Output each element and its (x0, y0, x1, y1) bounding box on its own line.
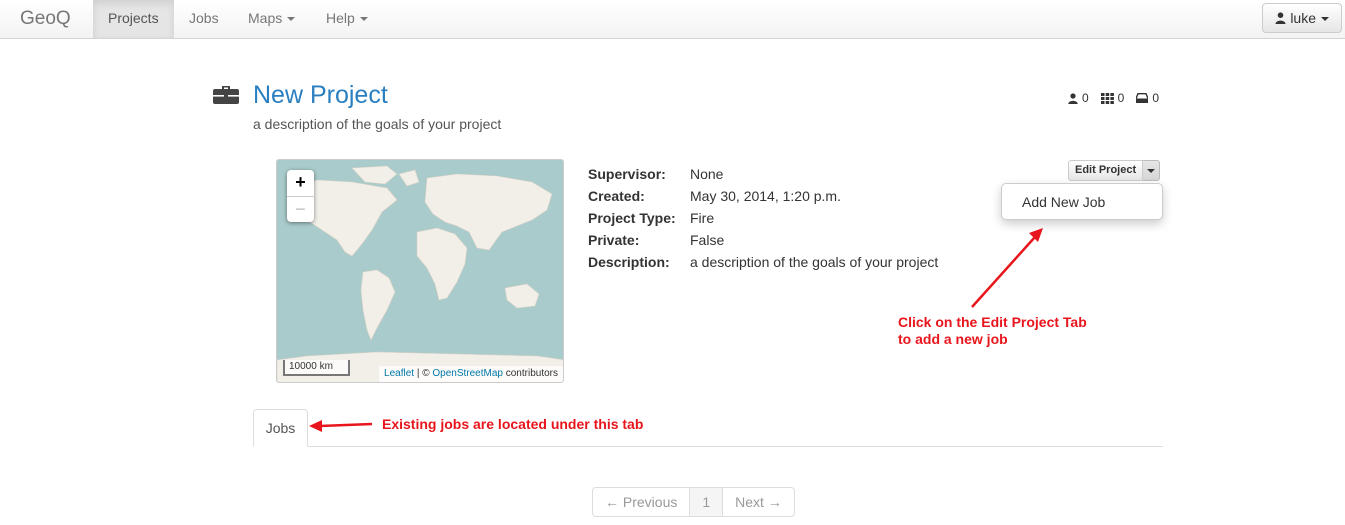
next-page-button[interactable]: Next → (722, 487, 795, 517)
annotation-line: to add a new job (898, 331, 1008, 347)
annotation-line: Click on the Edit Project Tab (898, 314, 1087, 330)
tab-jobs[interactable]: Jobs (253, 409, 308, 447)
annotation-edit-project: Click on the Edit Project Tab to add a n… (898, 314, 1087, 348)
arrow-to-jobs-tab (309, 420, 373, 432)
annotation-jobs-tab: Existing jobs are located under this tab (382, 416, 644, 432)
current-page[interactable]: 1 (689, 487, 724, 517)
previous-page-button[interactable]: ← Previous (592, 487, 691, 517)
pagination: ← Previous 1 Next → (592, 487, 795, 517)
tab-divider (253, 446, 1163, 447)
arrow-to-edit-menu (971, 228, 1043, 308)
